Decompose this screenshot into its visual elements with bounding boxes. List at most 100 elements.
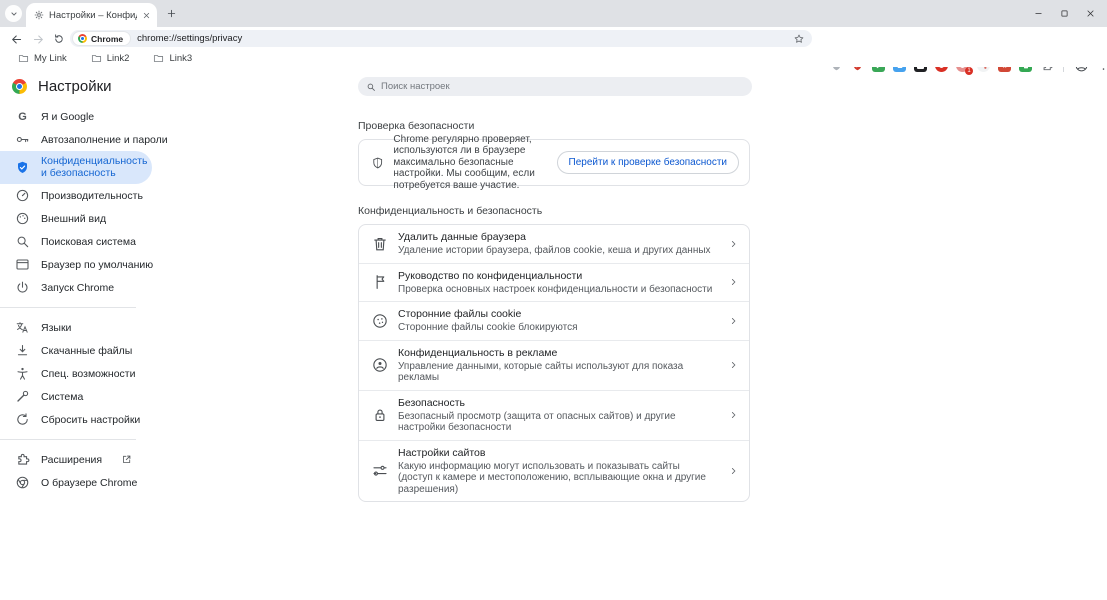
sidebar-item-accessibility[interactable]: Спец. возможности: [0, 362, 152, 385]
row-ad-privacy[interactable]: Конфиденциальность в рекламе Управление …: [359, 340, 749, 390]
sidebar-item-appearance[interactable]: Внешний вид: [0, 207, 152, 230]
download-icon: [15, 343, 30, 358]
safety-check-button[interactable]: Перейти к проверке безопасности: [557, 151, 739, 174]
maximize-button[interactable]: [1051, 0, 1077, 27]
chrome-logo-icon: [78, 34, 87, 43]
row-privacy-guide[interactable]: Руководство по конфиденциальности Провер…: [359, 263, 749, 302]
row-title: Руководство по конфиденциальности: [398, 270, 715, 283]
window-controls: [1025, 0, 1103, 27]
row-subtitle: Какую информацию могут использовать и по…: [398, 461, 715, 496]
tab-close-icon[interactable]: [142, 11, 151, 20]
key-icon: [15, 132, 30, 147]
folder-icon: [91, 53, 102, 64]
safety-check-card: Chrome регулярно проверяет, используются…: [358, 139, 750, 186]
sidebar-item-privacy[interactable]: Конфиденциальность и безопасность: [0, 151, 152, 184]
sidebar-item-autofill[interactable]: Автозаполнение и пароли: [0, 128, 152, 151]
sidebar-item-reset[interactable]: Сбросить настройки: [0, 408, 152, 431]
reload-button[interactable]: [51, 31, 67, 47]
bookmark-folder-link2[interactable]: Link2: [91, 53, 130, 64]
row-clear-browsing-data[interactable]: Удалить данные браузера Удаление истории…: [359, 225, 749, 263]
bookmark-label: Link3: [169, 53, 192, 64]
safety-check-section-label: Проверка безопасности: [358, 120, 750, 132]
sidebar-item-system[interactable]: Система: [0, 385, 152, 408]
external-link-icon: [121, 454, 132, 465]
minimize-icon: [1034, 9, 1043, 18]
forward-button[interactable]: [30, 31, 46, 47]
minimize-button[interactable]: [1025, 0, 1051, 27]
new-tab-button[interactable]: [163, 5, 180, 22]
sliders-icon: [371, 462, 389, 480]
chip-label: Chrome: [91, 34, 123, 44]
folder-icon: [153, 53, 164, 64]
chevron-down-icon: [9, 9, 19, 19]
row-subtitle: Безопасный просмотр (защита от опасных с…: [398, 411, 715, 434]
shield-icon: [371, 154, 384, 172]
close-window-button[interactable]: [1077, 0, 1103, 27]
search-icon: [366, 82, 376, 92]
settings-search[interactable]: [358, 77, 752, 96]
signpost-icon: [371, 273, 389, 291]
sidebar-divider: [0, 307, 136, 308]
row-subtitle: Удаление истории браузера, файлов cookie…: [398, 245, 715, 257]
tab-strip: Настройки – Конфиденциальн: [0, 0, 1107, 27]
appearance-icon: [15, 211, 30, 226]
sidebar-item-downloads[interactable]: Скачанные файлы: [0, 339, 152, 362]
accessibility-icon: [15, 366, 30, 381]
omnibox[interactable]: Chrome chrome://settings/privacy: [70, 30, 812, 47]
chevron-right-icon: [728, 277, 739, 288]
reload-icon: [53, 33, 65, 45]
row-site-settings[interactable]: Настройки сайтов Какую информацию могут …: [359, 440, 749, 502]
browser-window-icon: [15, 257, 30, 272]
privacy-section-label: Конфиденциальность и безопасность: [358, 205, 750, 217]
tab-title: Настройки – Конфиденциальн: [49, 10, 137, 21]
privacy-settings-list: Удалить данные браузера Удаление истории…: [358, 224, 750, 502]
row-subtitle: Сторонние файлы cookie блокируются: [398, 322, 715, 334]
row-security[interactable]: Безопасность Безопасный просмотр (защита…: [359, 390, 749, 440]
tab-search-button[interactable]: [5, 5, 22, 22]
magnifier-icon: [15, 234, 30, 249]
sidebar-item-performance[interactable]: Производительность: [0, 184, 152, 207]
chrome-icon: [15, 475, 30, 490]
row-title: Сторонние файлы cookie: [398, 308, 715, 321]
sidebar-item-extensions[interactable]: Расширения: [0, 448, 152, 471]
bookmark-star-icon[interactable]: [793, 33, 805, 45]
shield-icon: [15, 160, 30, 175]
power-icon: [15, 280, 30, 295]
row-third-party-cookies[interactable]: Сторонние файлы cookie Сторонние файлы c…: [359, 301, 749, 340]
ads-privacy-icon: [371, 356, 389, 374]
close-icon: [1086, 9, 1095, 18]
back-button[interactable]: [8, 31, 24, 47]
site-chip[interactable]: Chrome: [73, 32, 130, 45]
row-title: Безопасность: [398, 397, 715, 410]
google-g-icon: G: [15, 109, 30, 124]
sidebar-item-me-and-google[interactable]: G Я и Google: [0, 105, 152, 128]
trash-icon: [371, 235, 389, 253]
bookmarks-bar: My Link Link2 Link3: [0, 50, 1107, 67]
plus-icon: [166, 8, 177, 19]
chevron-right-icon: [728, 465, 739, 476]
bookmark-folder-link3[interactable]: Link3: [153, 53, 192, 64]
bookmark-folder-my-link[interactable]: My Link: [18, 53, 67, 64]
sidebar: G Я и Google Автозаполнение и пароли Кон…: [0, 105, 152, 494]
back-arrow-icon: [10, 33, 23, 46]
sidebar-item-languages[interactable]: Языки: [0, 316, 152, 339]
maximize-icon: [1060, 9, 1069, 18]
gear-icon: [34, 10, 44, 20]
puzzle-icon: [15, 452, 30, 467]
toolbar: Chrome chrome://settings/privacy 1: [0, 27, 1107, 50]
sidebar-divider: [0, 439, 136, 440]
page-title: Настройки: [38, 78, 112, 95]
sidebar-item-search-engine[interactable]: Поисковая система: [0, 230, 152, 253]
forward-arrow-icon: [32, 33, 45, 46]
search-input[interactable]: [381, 81, 744, 92]
active-tab[interactable]: Настройки – Конфиденциальн: [26, 3, 157, 27]
sidebar-item-startup[interactable]: Запуск Chrome: [0, 276, 152, 299]
url-text[interactable]: chrome://settings/privacy: [137, 33, 793, 44]
sidebar-item-about-chrome[interactable]: О браузере Chrome: [0, 471, 152, 494]
row-subtitle: Управление данными, которые сайты исполь…: [398, 361, 715, 384]
main-content: Проверка безопасности Chrome регулярно п…: [358, 105, 750, 502]
row-title: Настройки сайтов: [398, 447, 715, 460]
chevron-right-icon: [728, 360, 739, 371]
extension-badge: 1: [965, 67, 973, 75]
sidebar-item-default-browser[interactable]: Браузер по умолчанию: [0, 253, 152, 276]
